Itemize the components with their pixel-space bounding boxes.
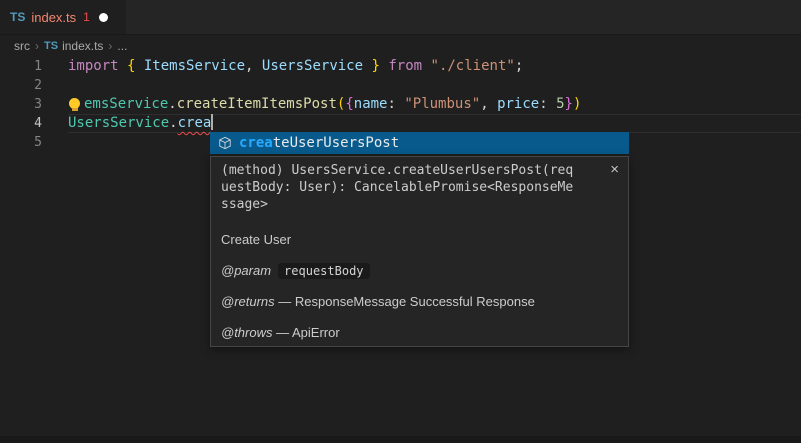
- suggestion-rest-text: teUserUsersPost: [273, 135, 399, 151]
- text-cursor-caret: [211, 114, 213, 130]
- line-number: 3: [0, 95, 42, 114]
- suggestion-match-text: crea: [239, 135, 273, 151]
- window-bottom-edge: [0, 436, 801, 443]
- doc-description: Create User: [221, 232, 602, 248]
- code-token: UsersService: [68, 115, 169, 131]
- breadcrumb: src › TS index.ts › ...: [0, 35, 801, 56]
- doc-tag-line: @throws — ApiError: [221, 325, 602, 341]
- code-token: .: [168, 96, 176, 112]
- doc-tag-line: @param requestBody: [221, 263, 602, 279]
- doc-tag-line: @returns — ResponseMessage Successful Re…: [221, 294, 602, 310]
- signature-line: (method) UsersService.createUserUsersPos…: [221, 162, 602, 179]
- code-token: createItemItemsPost: [177, 96, 337, 112]
- line-number: 2: [0, 76, 42, 95]
- line-content: [68, 76, 801, 95]
- code-line[interactable]: 4 UsersService.crea: [0, 114, 801, 133]
- code-token: {: [345, 96, 353, 112]
- tab-error-count-badge: 1: [83, 10, 90, 24]
- intellisense-popup: createUserUsersPost × (method) UsersServ…: [210, 132, 629, 347]
- suggestion-item-selected[interactable]: createUserUsersPost: [210, 132, 629, 154]
- code-token: }: [565, 96, 573, 112]
- tab-bar: TS index.ts 1: [0, 0, 801, 35]
- code-token: crea: [178, 115, 212, 131]
- code-token: ): [573, 96, 581, 112]
- breadcrumb-folder[interactable]: src: [14, 39, 30, 53]
- code-line[interactable]: 1 import { ItemsService, UsersService } f…: [0, 57, 801, 76]
- close-icon[interactable]: ×: [608, 160, 621, 179]
- code-token: UsersService: [262, 58, 363, 74]
- doc-tag-text: — ApiError: [273, 325, 340, 340]
- chevron-right-icon: ›: [108, 39, 112, 53]
- code-token: ,: [480, 96, 497, 112]
- suggest-docs-tags: @paramrequestBody@returns — ResponseMess…: [221, 263, 602, 341]
- line-content: import { ItemsService, UsersService } fr…: [68, 57, 801, 76]
- method-cube-icon: [218, 136, 232, 150]
- code-token: ;: [515, 58, 523, 74]
- code-token: :: [387, 96, 404, 112]
- breadcrumb-file[interactable]: index.ts: [62, 39, 103, 53]
- code-token: ItemsService: [144, 58, 245, 74]
- code-token: {: [127, 58, 144, 74]
- code-token: ,: [245, 58, 262, 74]
- code-line[interactable]: 2: [0, 76, 801, 95]
- typescript-file-icon: TS: [44, 40, 58, 52]
- code-token: from: [388, 58, 430, 74]
- code-token: price: [497, 96, 539, 112]
- code-token: import: [68, 58, 127, 74]
- tab-label: index.ts: [31, 10, 76, 25]
- doc-tag-name: @param: [221, 263, 271, 278]
- lightbulb-icon[interactable]: [69, 98, 80, 109]
- unsaved-changes-dot-icon[interactable]: [99, 13, 108, 22]
- code-line[interactable]: 3 emsService.createItemItemsPost({name: "…: [0, 95, 801, 114]
- signature-line: ssage>: [221, 196, 602, 213]
- line-content: emsService.createItemItemsPost({name: "P…: [68, 95, 801, 114]
- code-token: }: [371, 58, 379, 74]
- code-token: 5: [556, 96, 564, 112]
- doc-tag-code-chip: requestBody: [278, 263, 369, 279]
- line-content: UsersService.crea: [68, 114, 801, 133]
- code-token: .: [169, 115, 177, 131]
- line-number: 4: [0, 114, 42, 133]
- code-token: "Plumbus": [404, 96, 480, 112]
- chevron-right-icon: ›: [35, 39, 39, 53]
- code-token: name: [354, 96, 388, 112]
- tab-index-ts[interactable]: TS index.ts 1: [0, 0, 126, 34]
- line-number: 1: [0, 57, 42, 76]
- line-number: 5: [0, 133, 42, 152]
- suggest-docs-signature: (method) UsersService.createUserUsersPos…: [221, 162, 602, 213]
- doc-tag-name: @returns: [221, 294, 275, 309]
- doc-tag-name: @throws: [221, 325, 273, 340]
- code-token: emsService: [84, 96, 168, 112]
- code-token: :: [539, 96, 556, 112]
- vscode-window: TS index.ts 1 src › TS index.ts › ... 1i…: [0, 0, 801, 443]
- doc-tag-text: — ResponseMessage Successful Response: [275, 294, 535, 309]
- signature-line: uestBody: User): CancelablePromise<Respo…: [221, 179, 602, 196]
- code-token: "./client": [431, 58, 515, 74]
- typescript-file-icon: TS: [10, 10, 25, 24]
- breadcrumb-ellipsis[interactable]: ...: [117, 39, 127, 53]
- suggestion-docs-panel: × (method) UsersService.createUserUsersP…: [210, 156, 629, 347]
